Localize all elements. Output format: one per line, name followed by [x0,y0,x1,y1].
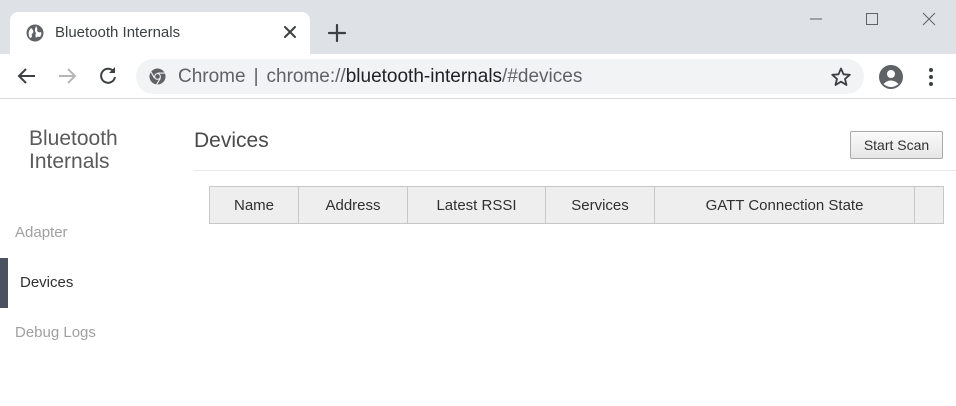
url-separator: | [253,66,259,87]
url-path: /#devices [502,66,583,87]
sidebar-item-label: Devices [20,274,74,291]
profile-icon[interactable] [878,64,904,90]
page-title: Devices [194,129,269,152]
column-header-name[interactable]: Name [209,186,299,224]
devices-table: Name Address Latest RSSI Services GATT C… [209,186,944,224]
sidebar-item-adapter[interactable]: Adapter [0,208,180,258]
sidebar-item-label: Adapter [15,224,68,241]
tab-title: Bluetooth Internals [55,24,181,41]
globe-icon [26,24,44,42]
site-label: Chrome [178,66,246,87]
column-header-address[interactable]: Address [298,186,408,224]
chrome-logo-icon [149,68,166,85]
kebab-menu-icon[interactable] [921,65,941,89]
app-title: Bluetooth Internals [29,127,118,173]
url-text[interactable]: Chrome | chrome://bluetooth-internals/#dev… [178,66,582,88]
column-header-services[interactable]: Services [545,186,655,224]
url-scheme: chrome:// [266,66,346,87]
sidebar: Bluetooth Internals Adapter Devices Debu… [0,100,180,406]
reload-icon[interactable] [97,65,119,87]
start-scan-button[interactable]: Start Scan [850,131,943,159]
plus-icon[interactable] [325,21,349,45]
table-header-row: Name Address Latest RSSI Services GATT C… [209,186,944,224]
minimize-icon[interactable] [801,8,831,30]
browser-titlebar: Bluetooth Internals [0,0,956,54]
column-header-actions [914,186,944,224]
window-close-icon[interactable] [914,8,944,30]
column-header-gatt-connection-state[interactable]: GATT Connection State [654,186,915,224]
url-host: bluetooth-internals [345,66,503,87]
back-arrow-icon[interactable] [16,65,38,87]
star-icon[interactable] [830,66,852,88]
maximize-icon[interactable] [857,8,887,30]
close-icon[interactable] [282,24,298,40]
header-divider [194,170,956,171]
column-header-latest-rssi[interactable]: Latest RSSI [407,186,546,224]
sidebar-item-debug-logs[interactable]: Debug Logs [0,308,180,358]
browser-tab[interactable]: Bluetooth Internals [10,12,310,54]
main-content: Devices Start Scan Name Address Latest R… [194,100,956,406]
browser-toolbar: Chrome | chrome://bluetooth-internals/#dev… [0,54,956,99]
sidebar-item-devices[interactable]: Devices [0,258,180,308]
forward-arrow-icon[interactable] [56,65,78,87]
address-bar[interactable]: Chrome | chrome://bluetooth-internals/#dev… [136,59,864,94]
sidebar-item-label: Debug Logs [15,324,96,341]
